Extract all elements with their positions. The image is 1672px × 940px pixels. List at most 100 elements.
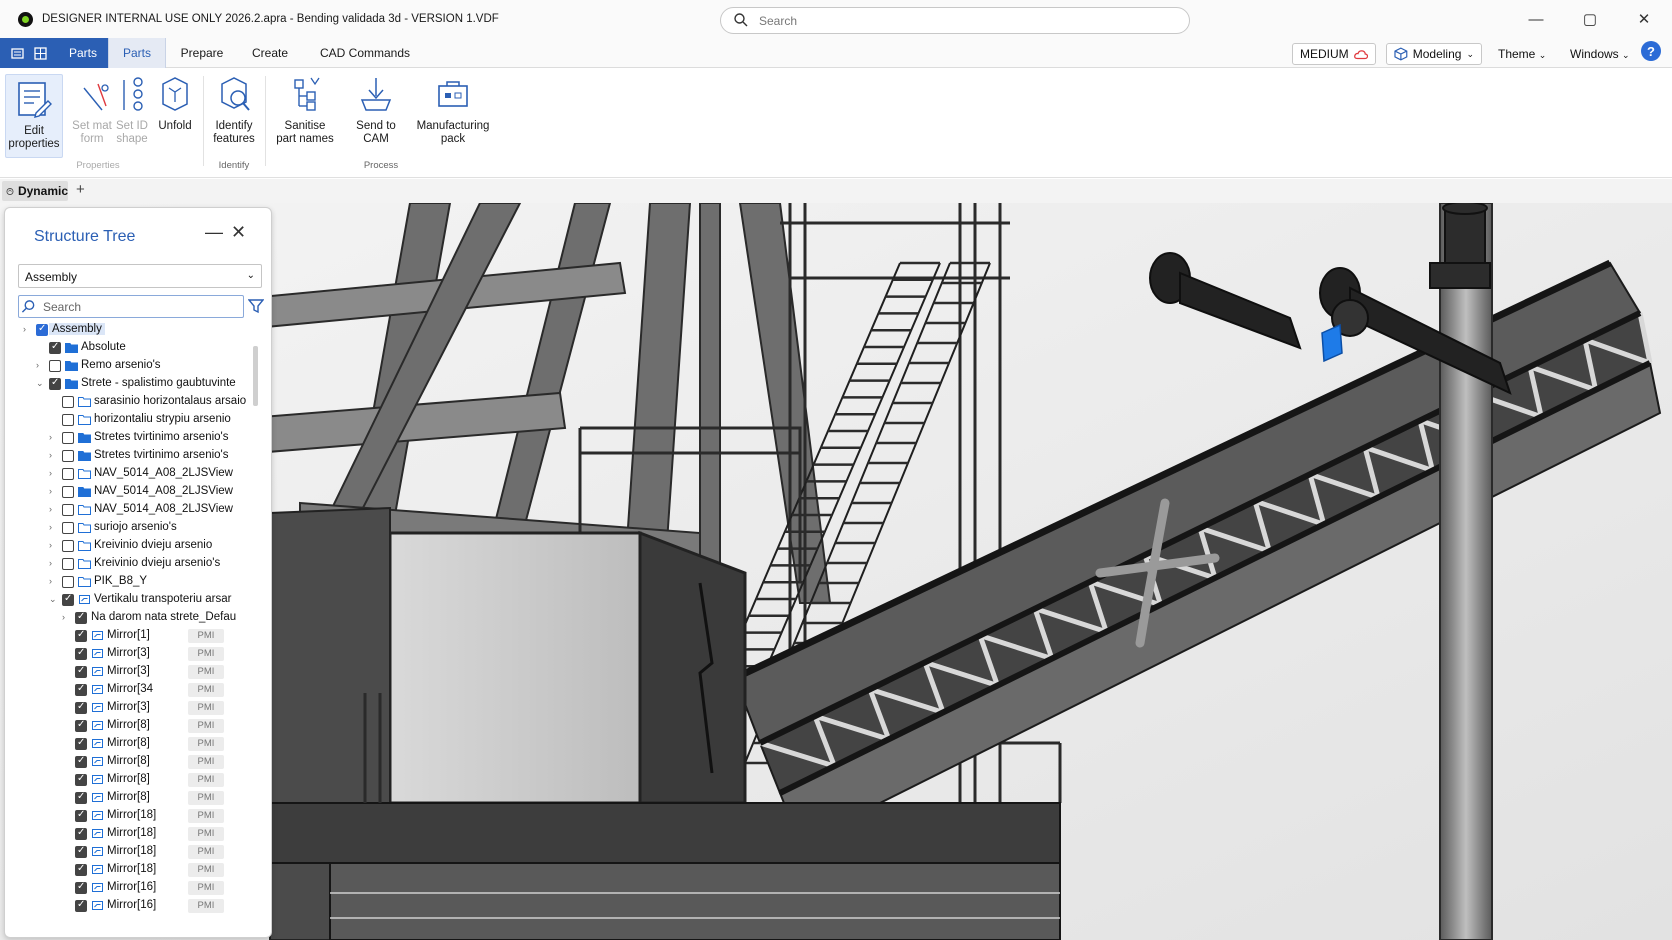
tree-row-checkbox[interactable] xyxy=(62,576,74,588)
expand-arrow-icon[interactable]: › xyxy=(36,360,46,370)
tree-row[interactable]: › Kreivinio dvieju arsenio xyxy=(5,537,255,555)
tree-row-checkbox[interactable] xyxy=(75,773,87,786)
tree-row[interactable]: › Stretes tvirtinimo arsenio's xyxy=(5,429,255,447)
tree-row-checkbox[interactable] xyxy=(62,450,74,462)
tree-row-checkbox[interactable] xyxy=(75,791,87,804)
tree-row[interactable]: Mirror[18] PMI xyxy=(5,843,255,861)
tree-row-checkbox[interactable] xyxy=(75,899,87,912)
pmi-badge[interactable]: PMI xyxy=(188,845,224,859)
tree-row-checkbox[interactable] xyxy=(49,377,61,390)
tab-cad-commands[interactable]: CAD Commands xyxy=(310,38,420,68)
close-window-button[interactable]: ✕ xyxy=(1629,6,1659,32)
tree-row[interactable]: › PIK_B8_Y xyxy=(5,573,255,591)
tree-row-checkbox[interactable] xyxy=(62,593,74,606)
pmi-badge[interactable]: PMI xyxy=(188,773,224,787)
manufacturing-pack-button[interactable]: Manufacturing pack xyxy=(412,74,494,146)
tree-row-checkbox[interactable] xyxy=(75,647,87,660)
edit-properties-button[interactable]: Edit properties xyxy=(5,74,63,158)
expand-arrow-icon[interactable]: › xyxy=(49,486,59,496)
tree-row[interactable]: › NAV_5014_A08_2LJSView xyxy=(5,501,255,519)
identify-features-button[interactable]: Identify features xyxy=(206,74,262,146)
tree-row[interactable]: › Remo arsenio's xyxy=(5,357,255,375)
tree-row[interactable]: Mirror[3] PMI xyxy=(5,645,255,663)
minimize-panel-button[interactable]: — xyxy=(205,222,223,243)
tree-row[interactable]: ⌄ Vertikalu transpoteriu arsar xyxy=(5,591,255,609)
grid-icon[interactable] xyxy=(34,46,47,60)
tree-row[interactable]: › Assembly xyxy=(5,321,255,339)
expand-arrow-icon[interactable]: › xyxy=(62,612,72,622)
view-tab-dynamic[interactable]: Dynamic xyxy=(2,181,68,201)
tree-row-checkbox[interactable] xyxy=(36,323,48,336)
expand-arrow-icon[interactable]: › xyxy=(49,540,59,550)
tree-row[interactable]: Mirror[16] PMI xyxy=(5,897,255,915)
tree-scope-dropdown[interactable]: Assembly ⌄ xyxy=(18,264,262,288)
maximize-button[interactable]: ▢ xyxy=(1575,6,1605,32)
global-search-input[interactable]: Search xyxy=(720,7,1190,34)
pmi-badge[interactable]: PMI xyxy=(188,791,224,805)
tree-row-checkbox[interactable] xyxy=(75,881,87,894)
expand-arrow-icon[interactable]: › xyxy=(49,432,59,442)
tree-row-checkbox[interactable] xyxy=(75,683,87,696)
tree-row-checkbox[interactable] xyxy=(62,504,74,516)
tree-row[interactable]: Mirror[16] PMI xyxy=(5,879,255,897)
pmi-badge[interactable]: PMI xyxy=(188,647,224,661)
tree-row-checkbox[interactable] xyxy=(49,341,61,354)
pmi-badge[interactable]: PMI xyxy=(188,737,224,751)
close-panel-button[interactable]: ✕ xyxy=(231,222,246,243)
tree-row[interactable]: › NAV_5014_A08_2LJSView xyxy=(5,465,255,483)
collapse-arrow-icon[interactable]: ⌄ xyxy=(36,378,46,389)
send-to-cam-button[interactable]: Send to CAM xyxy=(348,74,404,146)
pmi-badge[interactable]: PMI xyxy=(188,863,224,877)
help-icon[interactable]: ? xyxy=(1641,41,1661,61)
add-view-button[interactable]: + xyxy=(76,181,85,198)
pmi-badge[interactable]: PMI xyxy=(188,881,224,895)
tab-create[interactable]: Create xyxy=(240,38,300,68)
tree-row-checkbox[interactable] xyxy=(62,522,74,534)
tree-row-checkbox[interactable] xyxy=(62,558,74,570)
expand-arrow-icon[interactable]: › xyxy=(49,504,59,514)
expand-arrow-icon[interactable]: › xyxy=(49,576,59,586)
tree-row-checkbox[interactable] xyxy=(75,755,87,768)
theme-menu[interactable]: Theme ⌄ xyxy=(1498,47,1546,61)
tab-parts[interactable]: Parts xyxy=(108,38,166,68)
tree-row[interactable]: Mirror[8] PMI xyxy=(5,717,255,735)
tree-row[interactable]: Absolute xyxy=(5,339,255,357)
tree-row-checkbox[interactable] xyxy=(62,468,74,480)
tree-row[interactable]: Mirror[3] PMI xyxy=(5,663,255,681)
tab-prepare[interactable]: Prepare xyxy=(170,38,234,68)
pmi-badge[interactable]: PMI xyxy=(188,683,224,697)
windows-menu[interactable]: Windows ⌄ xyxy=(1570,47,1630,61)
unfold-button[interactable]: Unfold xyxy=(150,74,200,133)
tree-row[interactable]: Mirror[8] PMI xyxy=(5,753,255,771)
tree-row[interactable]: horizontaliu strypiu arsenio xyxy=(5,411,255,429)
tree-row[interactable]: › Stretes tvirtinimo arsenio's xyxy=(5,447,255,465)
tree-row[interactable]: › Kreivinio dvieju arsenio's xyxy=(5,555,255,573)
tree-row[interactable]: Mirror[34 PMI xyxy=(5,681,255,699)
set-id-shape-button[interactable]: Set ID shape xyxy=(112,74,152,146)
tree-row-checkbox[interactable] xyxy=(62,486,74,498)
tree-row-checkbox[interactable] xyxy=(75,827,87,840)
tree-row-checkbox[interactable] xyxy=(62,540,74,552)
tree-search-input[interactable]: Search xyxy=(18,295,244,318)
license-badge[interactable]: MEDIUM xyxy=(1292,43,1376,65)
tree-row-checkbox[interactable] xyxy=(75,701,87,714)
expand-arrow-icon[interactable]: › xyxy=(23,324,33,334)
tree-row[interactable]: ⌄ Strete - spalistimo gaubtuvinte xyxy=(5,375,255,393)
tree-row[interactable]: sarasinio horizontalaus arsaio xyxy=(5,393,255,411)
tree-row[interactable]: › Na darom nata strete_Defau xyxy=(5,609,255,627)
pmi-badge[interactable]: PMI xyxy=(188,719,224,733)
tree-row-checkbox[interactable] xyxy=(75,737,87,750)
expand-arrow-icon[interactable]: › xyxy=(49,558,59,568)
tree-row[interactable]: › NAV_5014_A08_2LJSView xyxy=(5,483,255,501)
tree-row-checkbox[interactable] xyxy=(62,396,74,408)
tab-parts-workspace[interactable]: Parts xyxy=(58,38,108,68)
expand-arrow-icon[interactable]: › xyxy=(49,468,59,478)
tree-row[interactable]: › suriojo arsenio's xyxy=(5,519,255,537)
pmi-badge[interactable]: PMI xyxy=(188,899,224,913)
tree-row[interactable]: Mirror[8] PMI xyxy=(5,735,255,753)
tree-row[interactable]: Mirror[18] PMI xyxy=(5,861,255,879)
menu-icon[interactable] xyxy=(11,47,24,60)
sanitise-part-names-button[interactable]: Sanitise part names xyxy=(270,74,340,146)
tree-row[interactable]: Mirror[18] PMI xyxy=(5,825,255,843)
pmi-badge[interactable]: PMI xyxy=(188,827,224,841)
